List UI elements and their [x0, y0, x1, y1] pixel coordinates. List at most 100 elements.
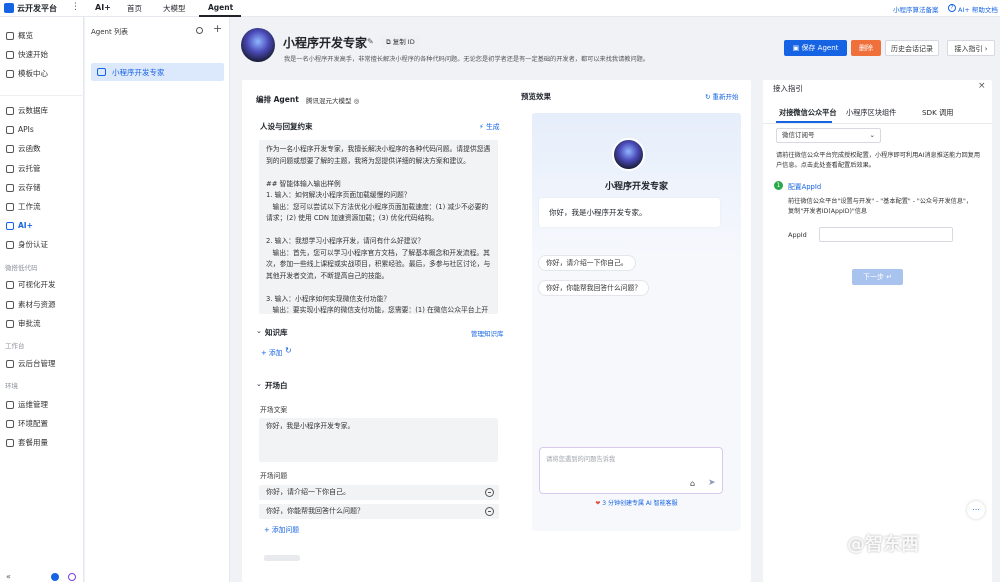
sidebar-item-admin[interactable]: 云后台管理 — [6, 357, 56, 371]
chat-input-placeholder: 请将您遇到的问题告诉我 — [546, 456, 616, 463]
sidebar-item-approval[interactable]: 审批流 — [6, 317, 41, 331]
sidebar-item-ai[interactable]: AI+ — [6, 219, 33, 233]
delete-button[interactable]: 删除 — [851, 40, 881, 56]
remove-icon[interactable] — [485, 507, 494, 516]
restart-button[interactable]: ↻ 重新开始 — [705, 91, 739, 101]
manage-kb-link[interactable]: 管理知识库 — [471, 328, 504, 338]
sidebar-item-cloudrun[interactable]: 云托管 — [6, 162, 41, 176]
sidebar-item-label: 环境配置 — [18, 419, 48, 428]
sidebar-item-auth[interactable]: 身份认证 — [6, 238, 48, 252]
model-select[interactable]: 腾讯混元大模型 ◎ — [306, 95, 359, 105]
user-avatar-icon[interactable] — [68, 573, 76, 581]
sidebar-item-ops[interactable]: 运维管理 — [6, 398, 48, 412]
remove-icon[interactable] — [485, 488, 494, 497]
send-icon[interactable]: ➤ — [708, 478, 716, 488]
edit-icon[interactable]: ✎ — [367, 37, 374, 46]
sidebar-item-label: 审批流 — [18, 319, 41, 328]
guide-title: 接入指引 — [773, 84, 803, 93]
agent-list-item[interactable]: 小程序开发专家 — [91, 63, 224, 81]
add-kb-button[interactable]: + 添加 — [261, 347, 282, 357]
sidebar-item-apis[interactable]: APIs — [6, 123, 34, 137]
opening-question-row[interactable]: 你好，请介绍一下你自己。 — [259, 485, 499, 500]
floating-chat-icon[interactable]: ⋯ — [967, 501, 985, 519]
preview-title: 预览效果 — [521, 92, 551, 101]
add-agent-icon[interactable]: + — [213, 22, 222, 35]
sidebar-item-label: 素材与资源 — [18, 300, 56, 309]
sidebar-item-usage[interactable]: 套餐用量 — [6, 436, 48, 450]
tab-agent[interactable]: Agent — [208, 3, 233, 12]
knowledge-base-title: 知识库 — [265, 328, 288, 337]
sidebar-item-database[interactable]: 云数据库 — [6, 104, 48, 118]
add-kb-label: 添加 — [268, 349, 283, 357]
auth-icon — [6, 241, 14, 249]
chevron-down-icon[interactable]: ⌄ — [256, 327, 262, 335]
agent-list-panel: Agent 列表 + 小程序开发专家 — [85, 17, 230, 582]
search-icon[interactable] — [196, 27, 203, 34]
sidebar-item-functions[interactable]: 云函数 — [6, 142, 41, 156]
sidebar-item-label: 云后台管理 — [18, 359, 56, 368]
sidebar-item-storage[interactable]: 云存储 — [6, 181, 41, 195]
tab-wechat-official[interactable]: 对接微信公众平台 — [779, 108, 837, 118]
add-question-button[interactable]: + 添加问题 — [264, 524, 299, 534]
algorithm-filing-link[interactable]: 小程序算法备案 — [893, 4, 939, 14]
sidebar-item-templates[interactable]: 模板中心 — [6, 67, 48, 81]
opening-text-label: 开场文案 — [260, 406, 288, 414]
function-icon — [6, 145, 14, 153]
copy-id-button[interactable]: ⧉ 复制 ID — [381, 35, 420, 49]
sidebar-item-overview[interactable]: 概览 — [6, 29, 33, 43]
platform-logo[interactable]: 云开发平台 — [17, 3, 57, 14]
history-button[interactable]: 历史会话记录 — [885, 40, 939, 56]
workflow-icon — [6, 203, 14, 211]
approval-icon — [6, 320, 14, 328]
magic-wand-icon: ⚡ — [479, 123, 486, 131]
visual-dev-icon — [6, 281, 14, 289]
appid-input[interactable] — [819, 227, 953, 242]
preview-suggestion-chip[interactable]: 你好，请介绍一下你自己。 — [538, 255, 636, 271]
sidebar-item-visual-dev[interactable]: 可视化开发 — [6, 278, 56, 292]
save-agent-button[interactable]: ▣ 保存 Agent — [784, 40, 847, 56]
step-one-badge: 1 — [774, 181, 783, 190]
account-type-select[interactable]: 微信订阅号 ⌄ — [776, 128, 881, 143]
close-icon[interactable]: × — [978, 81, 986, 91]
more-icon[interactable]: ⋮ — [71, 2, 80, 12]
opening-textarea[interactable]: 你好，我是小程序开发专家。 — [259, 418, 498, 462]
opening-title: 开场白 — [265, 381, 288, 390]
collapse-icon[interactable]: « — [6, 572, 11, 581]
sidebar-item-label: 可视化开发 — [18, 280, 56, 289]
copy-id-label: 复制 ID — [392, 38, 415, 46]
preview-agent-avatar — [612, 138, 645, 171]
restart-label: 重新开始 — [712, 93, 739, 101]
refresh-icon[interactable]: ↻ — [285, 346, 292, 355]
generate-button[interactable]: ⚡ 生成 — [479, 121, 500, 131]
sidebar-item-quickstart[interactable]: 快速开始 — [6, 48, 48, 62]
attach-icon[interactable]: ⌂ — [690, 479, 695, 488]
tab-miniprogram-block[interactable]: 小程序区块组件 — [846, 108, 896, 118]
sidebar-item-env-config[interactable]: 环境配置 — [6, 417, 48, 431]
sidebar-item-label: 云存储 — [18, 183, 41, 192]
sidebar: 概览 快速开始 模板中心 云数据库 APIs 云函数 云托管 云存储 工作流 A… — [0, 17, 84, 582]
chevron-down-icon[interactable]: ⌄ — [256, 380, 262, 388]
tab-models[interactable]: 大模型 — [163, 3, 186, 14]
next-step-label: 下一步 — [862, 273, 884, 281]
opening-question-row[interactable]: 你好，你能帮我回答什么问题？ — [259, 504, 499, 519]
sidebar-item-workflow[interactable]: 工作流 — [6, 200, 41, 214]
preview-suggestion-chip[interactable]: 你好，你能帮我回答什么问题？ — [538, 280, 650, 296]
tab-sdk[interactable]: SDK 调用 — [922, 108, 953, 118]
preview-chat-input[interactable]: 请将您遇到的问题告诉我 ⌂ ➤ — [539, 447, 723, 494]
preview-agent-name: 小程序开发专家 — [604, 182, 668, 192]
help-docs-link[interactable]: AI+ 帮助文档 — [958, 4, 998, 14]
guide-button-label: 接入指引 — [954, 45, 983, 53]
preview-footer-label: 3 分钟创建专属 AI 智能客服 — [602, 500, 678, 507]
preview-footer[interactable]: ❤ 3 分钟创建专属 AI 智能客服 — [532, 498, 741, 507]
sidebar-item-assets[interactable]: 素材与资源 — [6, 298, 56, 312]
persona-textarea[interactable]: 作为一名小程序开发专家，我擅长解决小程序的各种代码问题。请提供您遇到的问题或想要… — [259, 140, 498, 314]
ai-icon — [6, 222, 14, 230]
sidebar-item-label: 快速开始 — [18, 50, 48, 59]
assets-icon — [6, 301, 14, 309]
tab-home[interactable]: 首页 — [127, 3, 142, 14]
guide-button[interactable]: 接入指引 › — [947, 40, 995, 56]
next-step-button[interactable]: 下一步 ↵ — [852, 269, 903, 285]
sidebar-item-label: 概览 — [18, 31, 33, 40]
notification-icon[interactable] — [51, 573, 59, 581]
edit-agent-title: 编排 Agent — [256, 95, 299, 104]
